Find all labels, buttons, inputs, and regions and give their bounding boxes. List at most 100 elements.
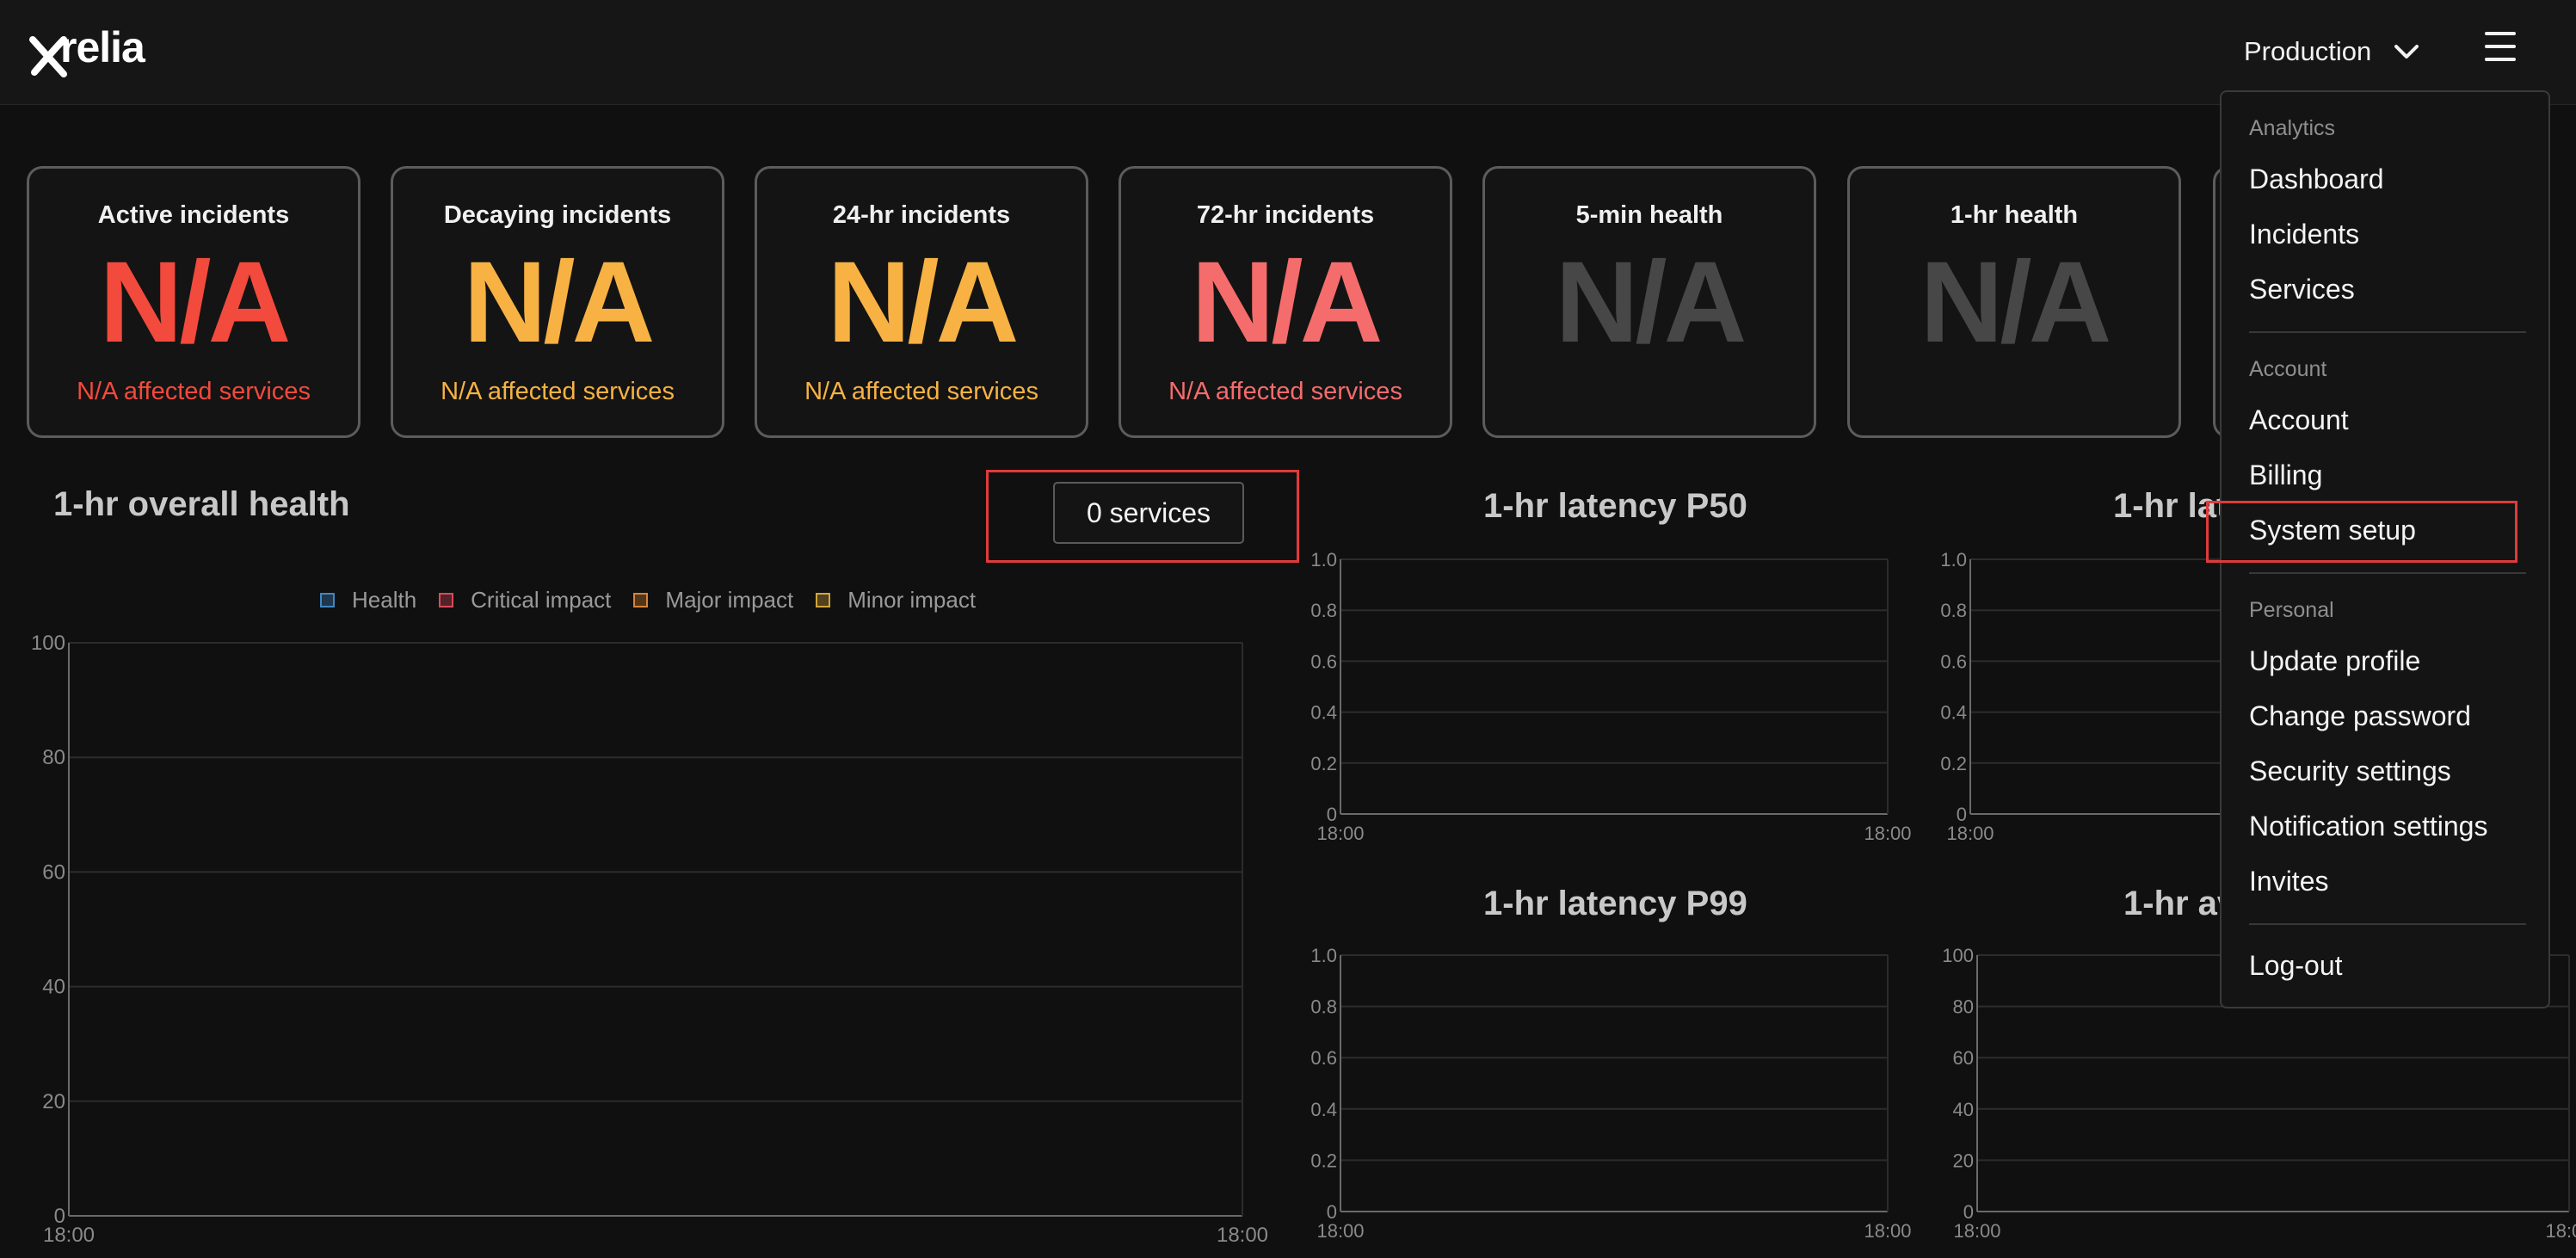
y-tick-label: 20 — [42, 1090, 65, 1113]
y-tick-label: 1.0 — [1310, 549, 1337, 570]
card-value: N/A — [99, 238, 292, 367]
card-value: N/A — [1555, 238, 1747, 367]
y-tick-label: 0.8 — [1310, 996, 1337, 1018]
y-tick-label: 1.0 — [1310, 945, 1337, 966]
y-tick-label: 20 — [1953, 1150, 1974, 1171]
legend-item-minor[interactable]: Minor impact — [816, 587, 976, 614]
x-tick-label: 18:00 — [43, 1224, 95, 1247]
y-tick-label: 100 — [31, 632, 65, 655]
x-tick-label: 18:00 — [1864, 1220, 1911, 1242]
legend-item-health[interactable]: Health — [320, 587, 416, 614]
highlight-box-system-setup — [2206, 501, 2517, 563]
card-subtitle: N/A affected services — [1168, 378, 1402, 405]
summary-card[interactable]: Decaying incidents N/A N/A affected servic… — [391, 166, 724, 438]
menu-item-services[interactable]: Services — [2249, 274, 2355, 305]
menu-item-account[interactable]: Account — [2249, 404, 2349, 436]
latency-p99-chart: 1.00.80.60.40.2018:00 18:00 — [1310, 945, 1911, 1242]
legend-swatch — [320, 593, 335, 607]
overall-health-title: 1-hr overall health — [53, 485, 350, 523]
x-tick-label: 18:00 — [1864, 823, 1911, 844]
menu-divider — [2249, 923, 2526, 925]
legend-label: Major impact — [665, 587, 794, 613]
card-value: N/A — [1920, 238, 2112, 367]
legend-swatch — [439, 593, 454, 607]
environment-label: Production — [2244, 36, 2372, 66]
summary-card[interactable]: 1-hr health N/A — [1847, 166, 2181, 438]
y-tick-label: 0.4 — [1940, 702, 1967, 724]
y-tick-label: 60 — [42, 860, 65, 884]
latency-p99-title: 1-hr latency P99 — [1483, 885, 1747, 922]
menu-item-logout[interactable]: Log-out — [2249, 950, 2343, 982]
y-tick-label: 0.6 — [1310, 1047, 1337, 1069]
y-tick-label: 60 — [1953, 1047, 1974, 1069]
top-bar: relia Production — [0, 0, 2576, 105]
card-title: Decaying incidents — [443, 201, 672, 229]
menu-item-dashboard[interactable]: Dashboard — [2249, 163, 2384, 195]
menu-header-account: Account — [2249, 357, 2327, 381]
menu-header-analytics: Analytics — [2249, 116, 2336, 140]
menu-item-update-profile[interactable]: Update profile — [2249, 645, 2420, 677]
chevron-down-icon — [2394, 45, 2419, 59]
y-tick-label: 0.8 — [1940, 600, 1967, 621]
environment-selector[interactable]: Production — [2244, 26, 2419, 77]
legend-label: Minor impact — [847, 587, 977, 613]
y-tick-label: 80 — [1953, 996, 1974, 1018]
x-tick-label: 18:00 — [1316, 1220, 1364, 1242]
menu-item-incidents[interactable]: Incidents — [2249, 219, 2359, 250]
card-title: 1-hr health — [1950, 201, 2079, 229]
latency-p50-title: 1-hr latency P50 — [1483, 487, 1747, 525]
y-tick-label: 0.4 — [1310, 702, 1337, 724]
legend-label: Critical impact — [471, 587, 612, 613]
chart-legend: Health Critical impact Major impact Mino… — [320, 587, 998, 614]
menu-item-invites[interactable]: Invites — [2249, 866, 2328, 897]
menu-item-change-password[interactable]: Change password — [2249, 700, 2471, 732]
summary-card[interactable]: 5-min health N/A — [1482, 166, 1816, 438]
card-value: N/A — [463, 238, 656, 367]
menu-item-billing[interactable]: Billing — [2249, 459, 2322, 491]
x-tick-label: 18:00 — [2545, 1220, 2576, 1242]
highlight-box-services — [986, 470, 1299, 563]
card-title: 24-hr incidents — [832, 201, 1011, 229]
card-title: Active incidents — [97, 201, 290, 229]
overall-health-chart: 10080604020018:00 18:00 — [31, 632, 1268, 1247]
y-tick-label: 0.6 — [1940, 651, 1967, 672]
summary-card[interactable]: 24-hr incidents N/A N/A affected services — [755, 166, 1088, 438]
card-value: N/A — [1191, 238, 1384, 367]
menu-item-notification-settings[interactable]: Notification settings — [2249, 811, 2487, 842]
brand-logo-text[interactable]: relia — [60, 21, 145, 74]
menu-header-personal: Personal — [2249, 598, 2334, 622]
menu-divider — [2249, 572, 2526, 574]
card-title: 72-hr incidents — [1196, 201, 1375, 229]
card-subtitle: N/A affected services — [441, 378, 675, 405]
x-tick-label: 18:00 — [1217, 1224, 1268, 1247]
y-tick-label: 100 — [1942, 945, 1974, 966]
legend-swatch — [633, 593, 649, 607]
card-value: N/A — [827, 238, 1020, 367]
card-title: 5-min health — [1575, 201, 1723, 229]
y-tick-label: 40 — [1953, 1099, 1974, 1120]
y-tick-label: 0.4 — [1310, 1099, 1337, 1120]
menu-divider — [2249, 331, 2526, 333]
y-tick-label: 40 — [42, 976, 65, 999]
y-tick-label: 0.6 — [1310, 651, 1337, 672]
hamburger-menu-icon[interactable] — [2483, 29, 2517, 64]
legend-item-major[interactable]: Major impact — [633, 587, 793, 614]
card-subtitle: N/A affected services — [77, 378, 311, 405]
y-tick-label: 0.8 — [1310, 600, 1337, 621]
legend-label: Health — [352, 587, 417, 613]
x-tick-label: 18:00 — [1946, 823, 1994, 844]
y-tick-label: 0.2 — [1310, 753, 1337, 774]
card-subtitle: N/A affected services — [804, 378, 1038, 405]
summary-card[interactable]: Active incidents N/A N/A affected services — [27, 166, 361, 438]
summary-card[interactable]: 72-hr incidents N/A N/A affected services — [1119, 166, 1452, 438]
legend-item-critical[interactable]: Critical impact — [439, 587, 611, 614]
x-tick-label: 18:00 — [1316, 823, 1364, 844]
y-tick-label: 80 — [42, 746, 65, 769]
y-tick-label: 0.2 — [1310, 1150, 1337, 1171]
menu-item-security-settings[interactable]: Security settings — [2249, 755, 2451, 787]
y-tick-label: 1.0 — [1940, 549, 1967, 570]
legend-swatch — [816, 593, 831, 607]
latency-p50-chart: 1.00.80.60.40.2018:00 18:00 — [1310, 549, 1911, 844]
y-tick-label: 0.2 — [1940, 753, 1967, 774]
x-tick-label: 18:00 — [1953, 1220, 2000, 1242]
